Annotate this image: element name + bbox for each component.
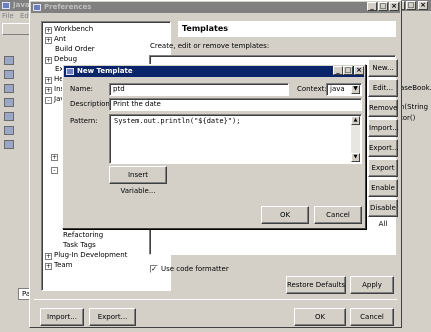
eclipse-menubar: File Ed — [2, 12, 29, 20]
restore-defaults-button[interactable]: Restore Defaults — [286, 276, 346, 294]
expand-icon[interactable]: + — [45, 253, 52, 260]
export-all-button[interactable]: Export All... — [368, 159, 398, 188]
eclipse-app-icon — [2, 2, 10, 9]
insert-variable-button[interactable]: Insert Variable... — [109, 166, 167, 195]
disable-all-button[interactable]: Disable All — [368, 199, 398, 228]
collapse-icon[interactable]: - — [51, 167, 58, 174]
preferences-title: Preferences — [44, 3, 92, 11]
expand-icon[interactable]: + — [45, 263, 52, 270]
new-template-title: New Template — [77, 67, 133, 75]
tree-item-plugin-development[interactable]: + Plug-In Development — [45, 251, 127, 260]
new-template-button[interactable]: New... — [368, 59, 398, 77]
import-button[interactable]: Import... — [40, 308, 84, 326]
java-browsing-icon[interactable] — [4, 112, 14, 121]
dialog-cancel-button[interactable]: Cancel — [314, 206, 362, 224]
tree-item-debug[interactable]: + Debug — [45, 55, 77, 64]
minimize-icon[interactable]: _ — [333, 66, 343, 75]
scroll-up-icon[interactable]: ▲ — [351, 116, 360, 125]
use-code-formatter-label: Use code formatter — [161, 265, 229, 273]
page-description: Create, edit or remove templates: — [150, 42, 270, 50]
export-template-button[interactable]: Export... — [368, 139, 399, 157]
use-code-formatter-checkbox[interactable]: ✓ — [150, 265, 158, 273]
remove-template-button[interactable]: Remove — [368, 99, 398, 117]
page-title: Templates — [178, 21, 396, 37]
maximize-icon[interactable]: □ — [378, 2, 388, 11]
apply-button[interactable]: Apply — [350, 276, 394, 294]
expand-icon[interactable]: + — [45, 37, 52, 44]
minimize-icon[interactable]: _ — [367, 2, 377, 11]
expand-icon[interactable]: + — [45, 77, 52, 84]
scroll-down-icon[interactable]: ▼ — [351, 153, 360, 162]
tree-item-refactoring[interactable]: Refactoring — [63, 231, 103, 240]
team-icon[interactable] — [4, 126, 14, 135]
expand-icon[interactable]: + — [51, 154, 58, 161]
separator — [34, 299, 397, 300]
menu-file[interactable]: File — [2, 12, 14, 20]
export-button[interactable]: Export... — [89, 308, 136, 326]
new-template-dialog: New Template _ □ × Name: ptd Context: ja… — [62, 64, 366, 229]
eclipse-toolbar[interactable] — [2, 23, 32, 35]
tree-item-workbench[interactable]: + Workbench — [45, 25, 93, 34]
tree-item-ant[interactable]: + Ant — [45, 35, 66, 44]
hierarchy-icon[interactable] — [4, 70, 14, 79]
tree-item-team[interactable]: + Team — [45, 261, 73, 270]
pattern-textarea[interactable]: System.out.println("${date}"); ▲ ▼ — [109, 114, 362, 164]
eclipse-title: Java — [13, 1, 30, 9]
close-icon[interactable]: × — [389, 2, 399, 11]
description-input[interactable]: Print the date — [109, 98, 362, 111]
collapse-icon[interactable]: - — [45, 97, 52, 104]
editor-snippet-1: aseBook. — [400, 84, 431, 92]
tree-item-task-tags[interactable]: Task Tags — [63, 241, 96, 250]
resource-icon[interactable] — [4, 98, 14, 107]
preferences-app-icon — [33, 4, 41, 11]
debug-icon[interactable] — [4, 84, 14, 93]
preferences-titlebar: Preferences — [31, 2, 400, 13]
expand-icon[interactable]: + — [45, 57, 52, 64]
pattern-text: System.out.println("${date}"); — [114, 117, 241, 125]
package-icon[interactable] — [4, 56, 14, 65]
menu-edit[interactable]: Ed — [20, 12, 29, 20]
maximize-icon[interactable]: □ — [343, 66, 353, 75]
editor-snippet-3: tor() — [400, 114, 416, 122]
ok-button[interactable]: OK — [294, 308, 346, 326]
pattern-label: Pattern: — [70, 117, 98, 125]
tree-item-build-order[interactable]: Build Order — [55, 45, 95, 54]
editor-snippet-2: n(String — [400, 103, 429, 111]
expand-icon[interactable]: + — [45, 87, 52, 94]
dialog-ok-button[interactable]: OK — [261, 206, 309, 224]
close-icon[interactable]: × — [418, 1, 428, 10]
context-value: java — [330, 85, 345, 93]
dialog-app-icon — [66, 68, 74, 75]
context-select[interactable]: java ▼ — [326, 83, 362, 96]
tree-expander[interactable]: + — [51, 152, 60, 161]
new-template-titlebar: New Template — [64, 66, 364, 77]
context-label: Context: — [297, 85, 327, 93]
edit-template-button[interactable]: Edit... — [368, 79, 398, 97]
cvs-icon[interactable] — [4, 140, 14, 149]
name-input[interactable]: ptd — [109, 83, 289, 96]
tree-expander[interactable]: - — [51, 165, 60, 174]
chevron-down-icon[interactable]: ▼ — [351, 85, 360, 94]
description-label: Description: — [70, 100, 113, 108]
close-icon[interactable]: × — [354, 66, 364, 75]
name-label: Name: — [70, 85, 94, 93]
enable-all-button[interactable]: Enable All — [368, 179, 398, 208]
import-template-button[interactable]: Import... — [368, 119, 399, 137]
maximize-icon[interactable]: □ — [406, 1, 416, 10]
vertical-scrollbar[interactable]: ▲ ▼ — [351, 116, 360, 162]
expand-icon[interactable]: + — [45, 27, 52, 34]
cancel-button[interactable]: Cancel — [350, 308, 394, 326]
